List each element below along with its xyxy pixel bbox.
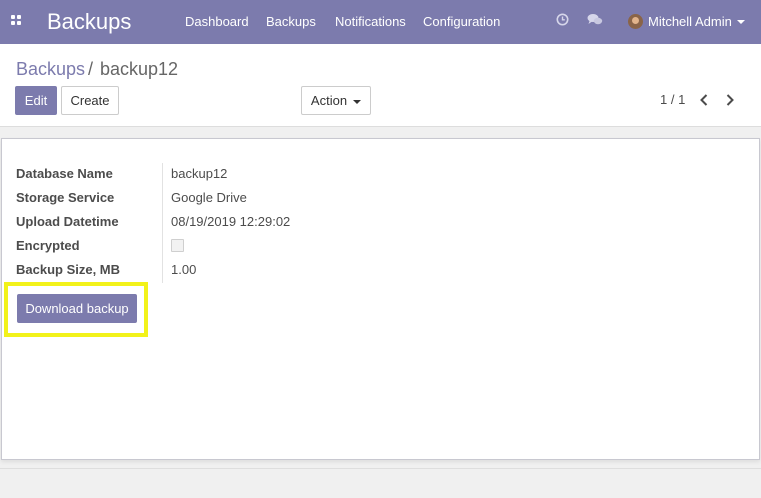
user-avatar[interactable]: [628, 14, 643, 29]
action-label: Action: [310, 93, 348, 108]
edit-button[interactable]: Edit: [15, 86, 57, 115]
menu-backups[interactable]: Backups: [266, 14, 316, 30]
previous-icon[interactable]: [698, 92, 712, 108]
clock-icon[interactable]: [556, 13, 569, 29]
app-title: Backups: [47, 9, 132, 34]
create-button[interactable]: Create: [61, 86, 119, 115]
value-upload-datetime: 08/19/2019 12:29:02: [171, 214, 291, 229]
download-backup-button[interactable]: Download backup: [17, 294, 137, 323]
action-dropdown[interactable]: Action: [301, 86, 371, 115]
label-upload-datetime: Upload Datetime: [16, 214, 119, 229]
value-database-name: backup12: [171, 166, 228, 181]
pager-value[interactable]: 1 / 1: [660, 92, 685, 108]
menu-configuration[interactable]: Configuration: [423, 14, 500, 30]
label-database-name: Database Name: [16, 166, 113, 181]
chevron-down-icon[interactable]: [737, 20, 745, 24]
menu-notifications[interactable]: Notifications: [335, 14, 406, 30]
encrypted-checkbox[interactable]: [171, 239, 184, 252]
value-backup-size: 1.00: [171, 262, 197, 277]
breadcrumb-root[interactable]: Backups: [16, 58, 85, 80]
top-navbar: Backups Dashboard Backups Notifications …: [0, 0, 761, 44]
next-icon[interactable]: [724, 92, 738, 108]
chat-bubbles-icon[interactable]: [587, 13, 603, 29]
label-encrypted: Encrypted: [16, 238, 80, 253]
label-storage-service: Storage Service: [16, 190, 115, 205]
breadcrumb-separator: /: [88, 59, 94, 79]
menu-dashboard[interactable]: Dashboard: [185, 14, 249, 30]
value-storage-service: Google Drive: [171, 190, 247, 205]
label-backup-size: Backup Size, MB: [16, 262, 121, 277]
caret-down-icon: [353, 99, 362, 104]
apps-grid-icon[interactable]: [11, 15, 22, 26]
control-panel: Backups / backup12 Edit Create Action 1 …: [0, 44, 761, 127]
breadcrumb-current: backup12: [100, 59, 179, 79]
field-separator: [162, 163, 163, 283]
divider: [0, 468, 761, 469]
user-name[interactable]: Mitchell Admin: [648, 14, 732, 30]
